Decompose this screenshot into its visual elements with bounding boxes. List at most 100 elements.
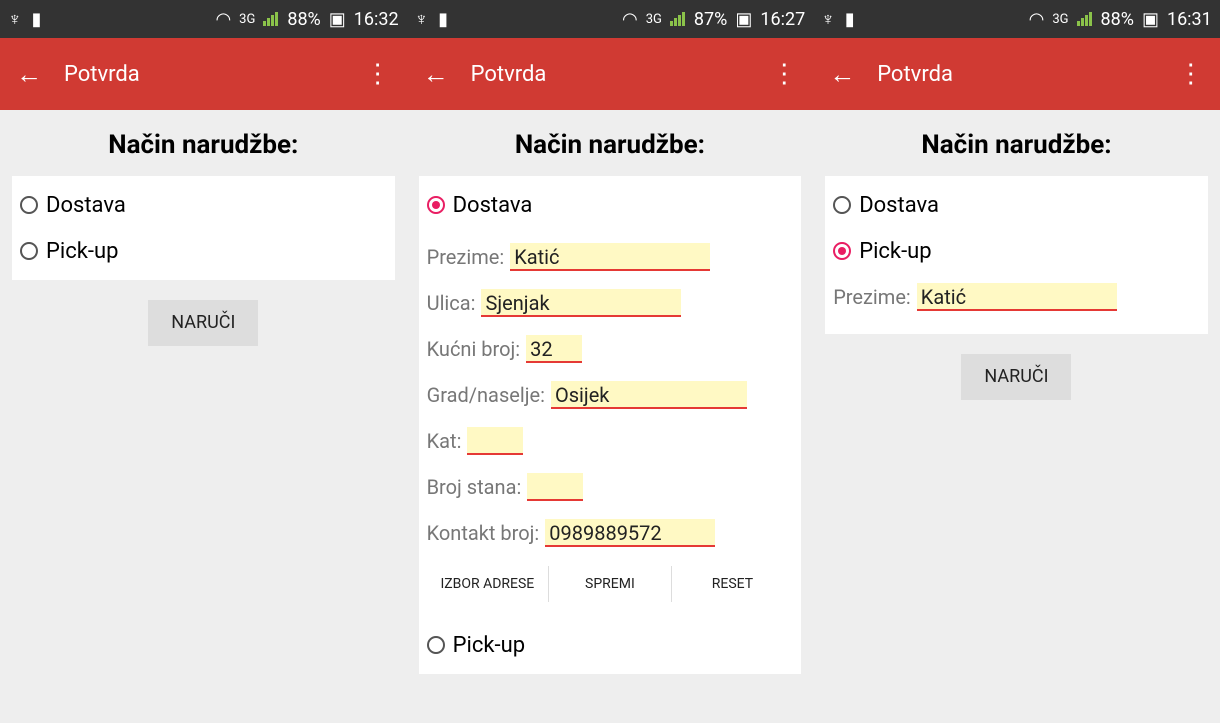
app-bar: ← Potvrda ⋮ (813, 38, 1220, 110)
page-title: Potvrda (470, 61, 547, 87)
order-method-heading: Način narudžbe: (921, 130, 1112, 160)
order-method-heading: Način narudžbe: (514, 130, 705, 160)
order-method-card: Dostava Pick-up Prezime: Katić (825, 176, 1208, 334)
address-buttons: IZBOR ADRESE SPREMI RESET (427, 566, 794, 602)
app-bar: ← Potvrda ⋮ (0, 38, 407, 110)
field-label: Ulica: (426, 291, 476, 315)
reset-button[interactable]: RESET (672, 566, 794, 602)
wifi-icon: ◠ (215, 8, 232, 30)
page-title: Potvrda (877, 61, 953, 87)
prezime-input[interactable]: Katić (916, 283, 1117, 311)
screen-right: ♆ ▮ ◠ 3G 88% ▣ 16:31 ← Potvrda ⋮ Način n… (813, 0, 1220, 723)
clock: 16:32 (353, 8, 399, 30)
radio-icon (833, 196, 852, 214)
field-broj-stana: Broj stana: (427, 464, 794, 510)
delivery-fields: Prezime: Katić Ulica: Sjenjak Kućni broj… (427, 228, 794, 556)
field-kat: Kat: (427, 418, 794, 464)
clock: 16:27 (760, 8, 806, 30)
back-arrow-icon[interactable]: ← (16, 59, 64, 90)
radio-label: Dostava (452, 192, 533, 218)
kat-input[interactable] (467, 427, 524, 455)
network-type: 3G (1052, 11, 1069, 27)
radio-label: Dostava (859, 192, 939, 218)
battery-icon: ▣ (1141, 8, 1159, 30)
spremi-button[interactable]: SPREMI (549, 566, 672, 602)
field-label: Prezime: (833, 285, 911, 309)
field-label: Prezime: (426, 245, 505, 269)
screens: ♆ ▮ ◠ 3G 88% ▣ 16:32 ← Potvrda ⋮ Način n… (0, 0, 1220, 723)
radio-label: Pick-up (46, 238, 119, 264)
content: Način narudžbe: Dostava Pick-up NARUČI (0, 110, 407, 366)
battery-percent: 88% (1100, 8, 1134, 30)
field-label: Kontakt broj: (426, 521, 540, 545)
overflow-menu-icon[interactable]: ⋮ (771, 59, 797, 89)
ulica-input[interactable]: Sjenjak (481, 289, 682, 317)
field-prezime: Prezime: Katić (427, 234, 794, 280)
radio-pickup[interactable]: Pick-up (426, 622, 794, 668)
signal-icon (669, 12, 686, 26)
status-right: ◠ 3G 88% ▣ 16:32 (215, 9, 398, 30)
order-method-card: Dostava Pick-up (12, 176, 395, 280)
sd-card-icon: ▮ (844, 8, 855, 30)
prezime-input[interactable]: Katić (510, 243, 711, 271)
status-right: ◠ 3G 88% ▣ 16:31 (1029, 9, 1212, 30)
radio-icon (426, 636, 445, 654)
field-label: Broj stana: (426, 475, 522, 499)
usb-icon: ♆ (821, 8, 835, 30)
radio-label: Pick-up (859, 238, 932, 264)
kucni-broj-input[interactable]: 32 (526, 335, 583, 363)
radio-selected-icon (426, 196, 445, 214)
field-grad: Grad/naselje: Osijek (427, 372, 794, 418)
radio-label: Pick-up (452, 632, 526, 658)
signal-icon (1076, 12, 1093, 26)
radio-dostava[interactable]: Dostava (20, 182, 387, 228)
radio-dostava[interactable]: Dostava (426, 182, 794, 228)
back-arrow-icon[interactable]: ← (423, 59, 471, 90)
usb-icon: ♆ (8, 8, 22, 30)
grad-input[interactable]: Osijek (550, 381, 747, 409)
field-ulica: Ulica: Sjenjak (427, 280, 794, 326)
naruci-button[interactable]: NARUČI (961, 354, 1072, 400)
status-bar: ♆ ▮ ◠ 3G 88% ▣ 16:32 (0, 0, 407, 38)
order-method-heading: Način narudžbe: (108, 130, 299, 160)
field-label: Kat: (426, 429, 462, 453)
content: Način narudžbe: Dostava Pick-up Prezime:… (813, 110, 1220, 420)
screen-left: ♆ ▮ ◠ 3G 88% ▣ 16:32 ← Potvrda ⋮ Način n… (0, 0, 407, 723)
radio-selected-icon (833, 242, 852, 260)
radio-icon (20, 196, 38, 214)
status-bar: ♆ ▮ ◠ 3G 88% ▣ 16:31 (813, 0, 1220, 38)
overflow-menu-icon[interactable]: ⋮ (365, 59, 391, 89)
field-prezime: Prezime: Katić (833, 274, 1200, 328)
usb-icon: ♆ (414, 8, 429, 30)
status-bar: ♆ ▮ ◠ 3G 87% ▣ 16:27 (406, 0, 814, 38)
broj-stana-input[interactable] (527, 473, 584, 501)
battery-icon: ▣ (328, 8, 346, 30)
field-label: Grad/naselje: (426, 383, 545, 407)
screen-middle: ♆ ▮ ◠ 3G 87% ▣ 16:27 ← Potvrda ⋮ Način n… (406, 0, 814, 723)
kontakt-input[interactable]: 0989889572 (545, 519, 716, 547)
radio-pickup[interactable]: Pick-up (833, 228, 1200, 274)
radio-dostava[interactable]: Dostava (833, 182, 1200, 228)
sd-card-icon: ▮ (438, 8, 448, 30)
signal-icon (263, 12, 279, 26)
radio-label: Dostava (46, 192, 126, 218)
wifi-icon: ◠ (1028, 8, 1045, 30)
clock: 16:31 (1166, 8, 1212, 30)
network-type: 3G (645, 11, 662, 27)
order-method-card: Dostava Prezime: Katić Ulica: Sjenjak Ku… (418, 176, 802, 674)
content: Način narudžbe: Dostava Prezime: Katić U… (407, 110, 814, 694)
naruci-button[interactable]: NARUČI (148, 300, 259, 346)
izbor-adrese-button[interactable]: IZBOR ADRESE (427, 566, 550, 602)
status-right: ◠ 3G 87% ▣ 16:27 (622, 9, 805, 30)
network-type: 3G (239, 11, 256, 27)
field-label: Kućni broj: (426, 337, 521, 361)
back-arrow-icon[interactable]: ← (829, 59, 877, 90)
overflow-menu-icon[interactable]: ⋮ (1178, 59, 1204, 89)
radio-pickup[interactable]: Pick-up (20, 228, 387, 274)
battery-icon: ▣ (735, 8, 753, 30)
field-kucni-broj: Kućni broj: 32 (427, 326, 794, 372)
battery-percent: 88% (287, 8, 321, 30)
battery-percent: 87% (693, 8, 728, 30)
wifi-icon: ◠ (622, 8, 638, 30)
field-kontakt: Kontakt broj: 0989889572 (427, 510, 794, 556)
